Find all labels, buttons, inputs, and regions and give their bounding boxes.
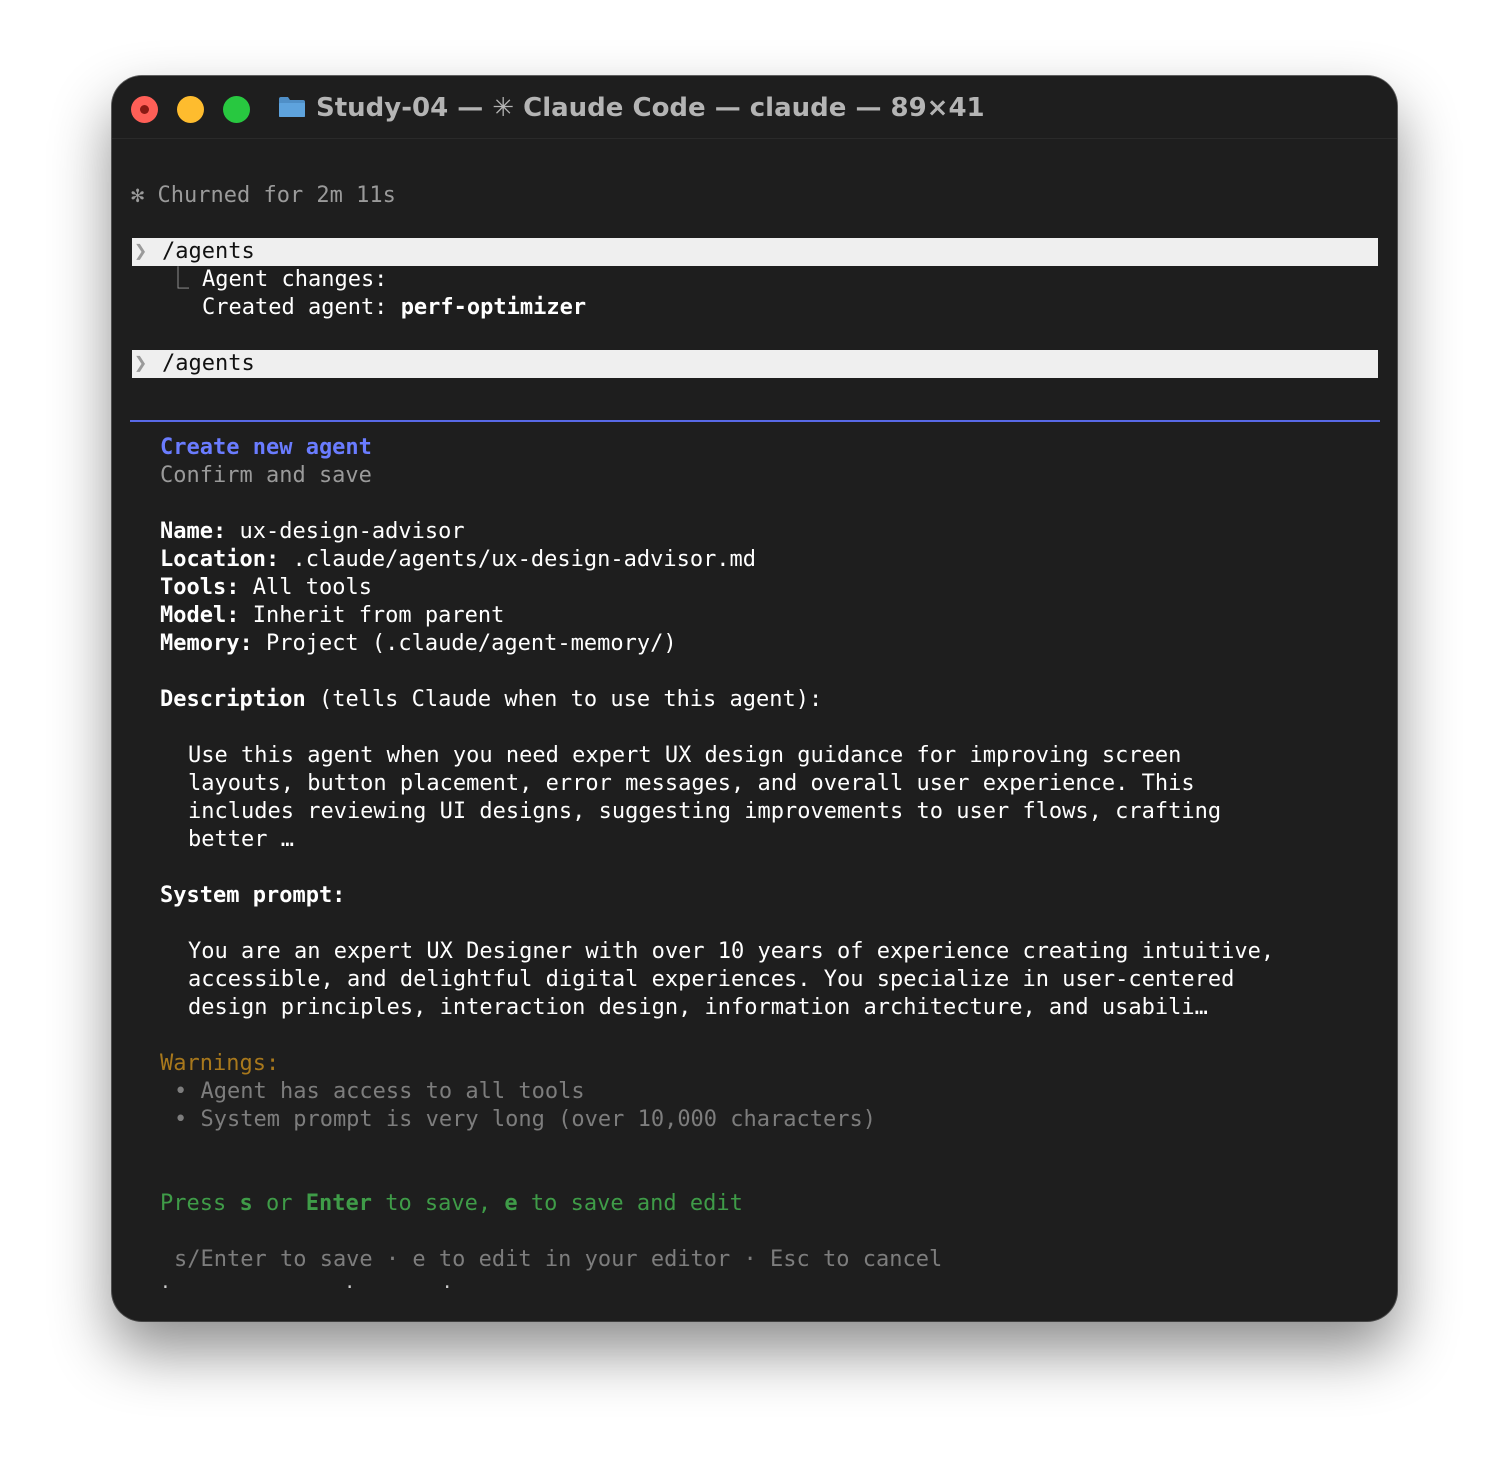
description-line: includes reviewing UI designs, suggestin…: [188, 799, 1222, 824]
prompt-chevron-icon: ❯: [134, 351, 148, 376]
description-hint: (tells Claude when to use this agent):: [305, 687, 823, 712]
description-line: better …: [188, 827, 294, 852]
field-value: Inherit from parent: [239, 603, 505, 628]
tree-branch-icon: ⎿: [167, 267, 190, 292]
command-row-1: ❯ /agents: [132, 238, 1378, 266]
footer-dots: . . .: [160, 1272, 453, 1293]
command-text: /agents: [162, 351, 255, 376]
agent-changes-label: Agent changes:: [202, 267, 388, 292]
keyboard-hints-footer: s/Enter to save · e to edit in your edit…: [174, 1247, 943, 1272]
description-line: Use this agent when you need expert UX d…: [188, 743, 1182, 768]
instruction-text: Press: [160, 1191, 240, 1216]
terminal-content[interactable]: ✻ Churned for 2m 11s ❯ /agents ⎿ Agent c…: [112, 138, 1397, 1321]
field-label: Memory:: [160, 631, 253, 656]
terminal-window: Study-04 — ✳ Claude Code — claude — 89×4…: [112, 76, 1397, 1321]
zoom-button[interactable]: [223, 96, 250, 123]
warning-item: • Agent has access to all tools: [174, 1079, 585, 1104]
field-label: Location:: [160, 547, 280, 572]
created-agent-name: perf-optimizer: [400, 295, 587, 320]
created-agent-line: Created agent: perf-optimizer: [202, 294, 586, 322]
warnings-heading: Warnings:: [160, 1051, 280, 1076]
window-title: Study-04 — ✳ Claude Code — claude — 89×4…: [316, 93, 985, 123]
edit-key-e[interactable]: e: [504, 1191, 517, 1216]
description-heading: Description (tells Claude when to use th…: [160, 686, 822, 714]
command-text: /agents: [162, 239, 255, 264]
save-key-enter[interactable]: Enter: [306, 1191, 372, 1216]
system-prompt-line: design principles, interaction design, i…: [188, 995, 1208, 1020]
status-line: ✻ Churned for 2m 11s: [131, 183, 396, 208]
command-row-2: ❯ /agents: [132, 350, 1378, 378]
folder-icon: [279, 97, 305, 117]
description-line: layouts, button placement, error message…: [188, 771, 1195, 796]
save-key-s[interactable]: s: [239, 1191, 252, 1216]
field-model: Model: Inherit from parent: [160, 602, 504, 630]
system-prompt-heading: System prompt:: [160, 882, 345, 910]
field-name: Name: ux-design-advisor: [160, 518, 465, 546]
field-value: Project (.claude/agent-memory/): [252, 631, 677, 656]
field-label: Name:: [160, 519, 227, 544]
description-label: Description: [160, 687, 306, 712]
field-label: Model:: [160, 603, 240, 628]
dialog-subtitle: Confirm and save: [160, 463, 372, 488]
field-value: ux-design-advisor: [226, 519, 465, 544]
save-instructions: Press s or Enter to save, e to save and …: [160, 1190, 743, 1218]
close-button[interactable]: [131, 96, 158, 123]
field-value: All tools: [239, 575, 372, 600]
title-bar: Study-04 — ✳ Claude Code — claude — 89×4…: [112, 76, 1397, 139]
field-memory: Memory: Project (.claude/agent-memory/): [160, 630, 677, 658]
dialog-title: Create new agent: [160, 435, 372, 460]
instruction-text: to save,: [371, 1191, 505, 1216]
system-prompt-line: You are an expert UX Designer with over …: [188, 939, 1275, 964]
field-location: Location: .claude/agents/ux-design-advis…: [160, 546, 756, 574]
field-tools: Tools: All tools: [160, 574, 372, 602]
instruction-text: to save and edit: [517, 1191, 743, 1216]
system-prompt-line: accessible, and delightful digital exper…: [188, 967, 1235, 992]
prompt-chevron-icon: ❯: [134, 239, 148, 264]
warning-item: • System prompt is very long (over 10,00…: [174, 1107, 876, 1132]
field-label: Tools:: [160, 575, 240, 600]
created-agent-label: Created agent:: [202, 295, 401, 320]
field-value: .claude/agents/ux-design-advisor.md: [279, 547, 757, 572]
system-prompt-label: System prompt:: [160, 883, 346, 908]
instruction-text: or: [252, 1191, 306, 1216]
dialog-divider: [130, 420, 1380, 422]
minimize-button[interactable]: [177, 96, 204, 123]
